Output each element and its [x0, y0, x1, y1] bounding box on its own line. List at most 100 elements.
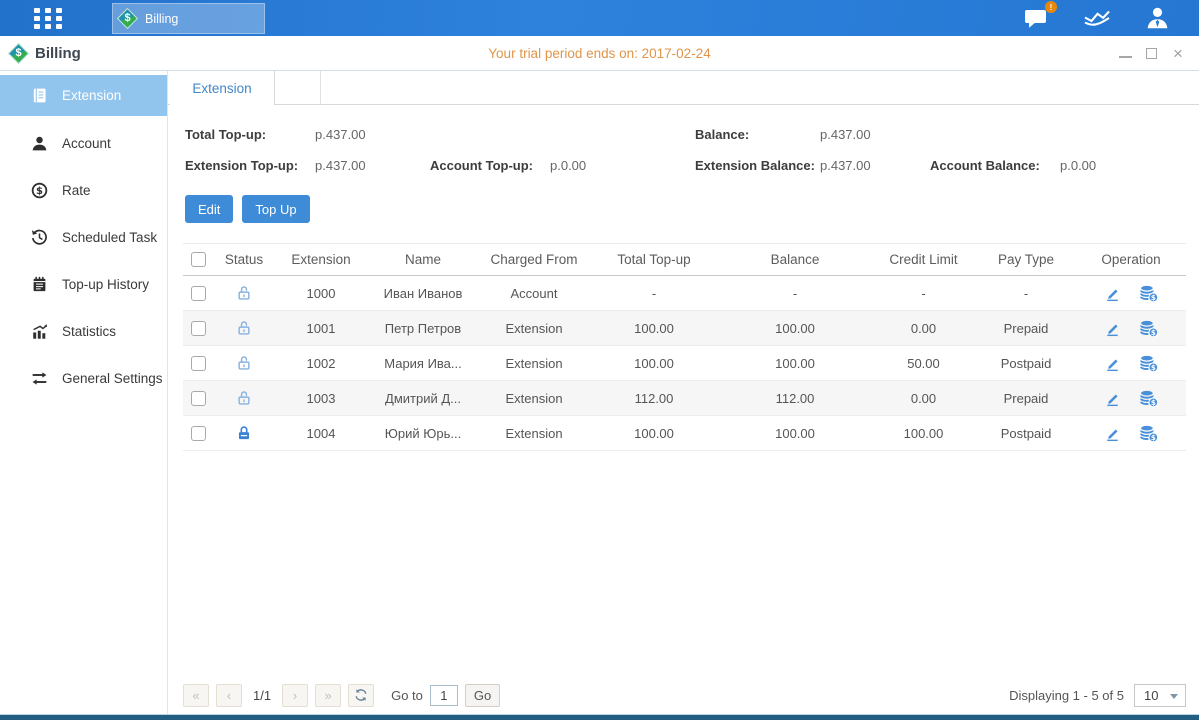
row-checkbox[interactable] — [191, 426, 206, 441]
maximize-button[interactable] — [1146, 48, 1157, 59]
scheduled-task-icon — [30, 228, 49, 247]
user-account-icon[interactable] — [1144, 6, 1171, 31]
last-page-button[interactable]: » — [315, 684, 341, 707]
topup-extension-icon[interactable]: $ — [1138, 424, 1159, 443]
credit-limit-cell: 100.00 — [871, 426, 976, 441]
page-size-select[interactable]: 10 — [1134, 684, 1186, 707]
total-topup-cell: 100.00 — [589, 321, 719, 336]
general-settings-icon — [30, 369, 49, 388]
sidebar-item-topup-history[interactable]: Top-up History — [0, 261, 167, 308]
sidebar-item-account[interactable]: Account — [0, 120, 167, 167]
pay-type-cell: - — [976, 286, 1076, 301]
first-page-button[interactable]: « — [183, 684, 209, 707]
credit-limit-cell: 50.00 — [871, 356, 976, 371]
credit-limit-cell: 0.00 — [871, 321, 976, 336]
tab-divider — [320, 71, 321, 104]
row-checkbox[interactable] — [191, 391, 206, 406]
top-up-button[interactable]: Top Up — [242, 195, 309, 223]
table-row[interactable]: 1000 Иван Иванов Account - - - - $ — [183, 276, 1186, 311]
sidebar-item-rate[interactable]: $ Rate — [0, 167, 167, 214]
prev-page-button[interactable]: ‹ — [216, 684, 242, 707]
svg-text:$: $ — [1151, 328, 1156, 337]
sidebar-item-label: General Settings — [62, 371, 163, 386]
table-row[interactable]: 1001 Петр Петров Extension 100.00 100.00… — [183, 311, 1186, 346]
apps-grid-icon[interactable] — [34, 8, 72, 29]
header-total-topup: Total Top-up — [589, 252, 719, 267]
status-unlocked-icon — [235, 354, 253, 372]
total-topup-value: p.437.00 — [315, 127, 366, 142]
edit-extension-icon[interactable] — [1103, 424, 1122, 443]
notification-badge: ! — [1045, 1, 1057, 13]
edit-extension-icon[interactable] — [1103, 354, 1122, 373]
sidebar-item-scheduled-task[interactable]: Scheduled Task — [0, 214, 167, 261]
status-unlocked-icon — [235, 284, 253, 302]
status-unlocked-icon — [235, 389, 253, 407]
sidebar-item-label: Account — [62, 136, 111, 151]
statistics-chart-icon[interactable] — [1082, 6, 1112, 30]
minimize-button[interactable] — [1119, 49, 1132, 58]
credit-limit-cell: - — [871, 286, 976, 301]
pay-type-cell: Postpaid — [976, 356, 1076, 371]
topup-extension-icon[interactable]: $ — [1138, 354, 1159, 373]
svg-text:$: $ — [1151, 398, 1156, 407]
row-checkbox[interactable] — [191, 321, 206, 336]
svg-text:$: $ — [1151, 363, 1156, 372]
table-row[interactable]: 1003 Дмитрий Д... Extension 112.00 112.0… — [183, 381, 1186, 416]
close-button[interactable]: × — [1171, 46, 1185, 60]
edit-button[interactable]: Edit — [185, 195, 233, 223]
goto-page-input[interactable] — [430, 685, 458, 706]
messages-icon[interactable]: ! — [1023, 6, 1050, 30]
taskbar: $ Billing ! — [0, 0, 1199, 36]
billing-window-icon: $ — [10, 45, 27, 62]
table-row[interactable]: 1002 Мария Ива... Extension 100.00 100.0… — [183, 346, 1186, 381]
header-charged-from: Charged From — [479, 252, 589, 267]
topup-extension-icon[interactable]: $ — [1138, 284, 1159, 303]
pay-type-cell: Postpaid — [976, 426, 1076, 441]
account-balance-label: Account Balance: — [930, 158, 1040, 173]
sidebar-item-label: Top-up History — [62, 277, 149, 292]
topup-extension-icon[interactable]: $ — [1138, 389, 1159, 408]
extension-cell: 1001 — [275, 321, 367, 336]
total-topup-cell: 100.00 — [589, 356, 719, 371]
balance-cell: 112.00 — [719, 391, 871, 406]
extension-cell: 1000 — [275, 286, 367, 301]
extension-balance-label: Extension Balance: — [695, 158, 815, 173]
sidebar: Extension Account $ Rate Scheduled Task … — [0, 71, 168, 714]
balance-value: p.437.00 — [820, 127, 871, 142]
sidebar-item-extension[interactable]: Extension — [0, 75, 167, 116]
charged-from-cell: Extension — [479, 426, 589, 441]
window-title: Billing — [35, 45, 81, 62]
taskbar-tab-billing[interactable]: $ Billing — [112, 3, 265, 34]
table-row[interactable]: 1004 Юрий Юрь... Extension 100.00 100.00… — [183, 416, 1186, 451]
select-all-checkbox[interactable] — [191, 252, 206, 267]
extension-table: Status Extension Name Charged From Total… — [183, 243, 1186, 451]
balance-summary: Total Top-up: p.437.00 Balance: p.437.00… — [168, 105, 1199, 205]
charged-from-cell: Extension — [479, 321, 589, 336]
table-header-row: Status Extension Name Charged From Total… — [183, 243, 1186, 276]
topup-extension-icon[interactable]: $ — [1138, 319, 1159, 338]
edit-extension-icon[interactable] — [1103, 284, 1122, 303]
extension-cell: 1003 — [275, 391, 367, 406]
name-cell: Мария Ива... — [367, 356, 479, 371]
taskbar-tab-label: Billing — [145, 12, 178, 26]
header-status: Status — [213, 252, 275, 267]
chevron-down-icon — [1170, 694, 1178, 699]
next-page-button[interactable]: › — [282, 684, 308, 707]
rate-icon: $ — [30, 181, 49, 200]
extension-cell: 1002 — [275, 356, 367, 371]
row-checkbox[interactable] — [191, 286, 206, 301]
page-indicator: 1/1 — [253, 688, 271, 703]
go-button[interactable]: Go — [465, 684, 500, 707]
edit-extension-icon[interactable] — [1103, 319, 1122, 338]
sidebar-item-general-settings[interactable]: General Settings — [0, 355, 167, 402]
statistics-icon — [30, 322, 49, 341]
sidebar-item-statistics[interactable]: Statistics — [0, 308, 167, 355]
tab-extension[interactable]: Extension — [170, 71, 275, 105]
edit-extension-icon[interactable] — [1103, 389, 1122, 408]
account-topup-value: p.0.00 — [550, 158, 586, 173]
refresh-button[interactable] — [348, 684, 374, 707]
status-locked-icon — [235, 424, 253, 442]
account-balance-value: p.0.00 — [1060, 158, 1096, 173]
row-checkbox[interactable] — [191, 356, 206, 371]
sidebar-item-label: Rate — [62, 183, 91, 198]
